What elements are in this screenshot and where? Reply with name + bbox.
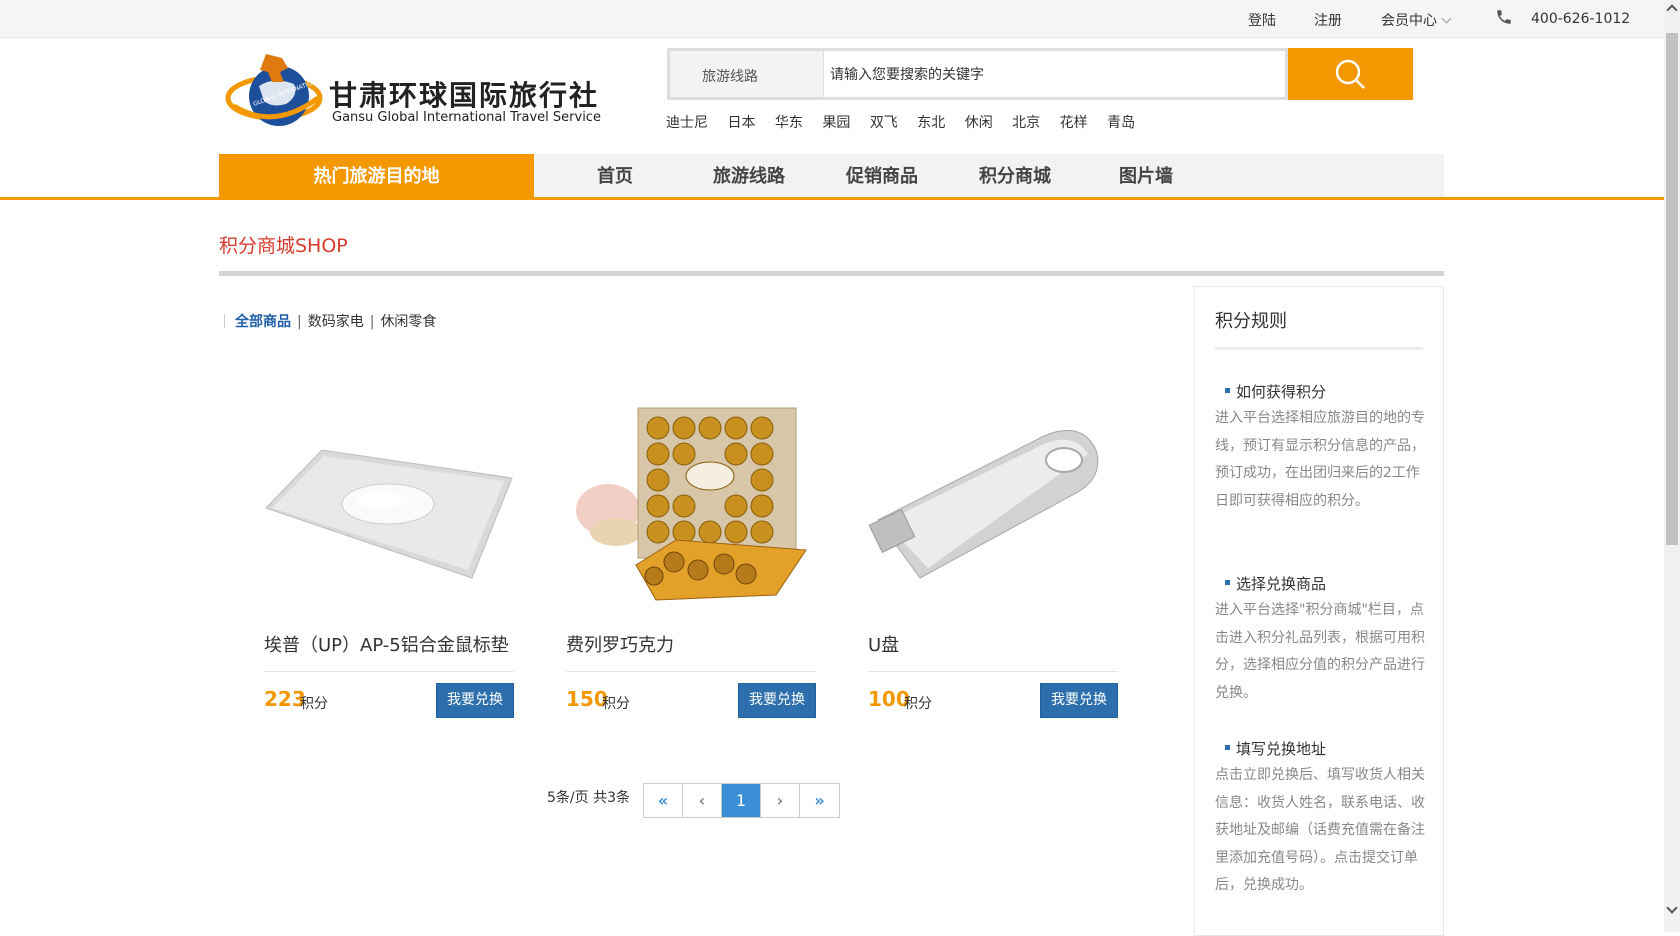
product-divider xyxy=(566,671,816,672)
scroll-thumb[interactable] xyxy=(1666,33,1678,545)
redeem-button[interactable]: 我要兑换 xyxy=(738,683,816,718)
globe-logo-icon: GLOBAL INTERNATIONAL xyxy=(225,54,325,126)
product-name[interactable]: 费列罗巧克力 xyxy=(566,631,674,657)
bullet-icon xyxy=(1225,388,1230,393)
nav-points-mall[interactable]: 积分商城 xyxy=(979,154,1051,199)
rule-heading: 如何获得积分 xyxy=(1215,381,1326,402)
search-icon xyxy=(1335,59,1365,89)
hot-word-link[interactable]: 东北 xyxy=(917,115,945,131)
nav-hot-destinations[interactable]: 热门旅游目的地 xyxy=(219,154,534,200)
product-divider xyxy=(868,671,1118,672)
hot-word-link[interactable]: 北京 xyxy=(1012,115,1040,131)
login-link[interactable]: 登陆 xyxy=(1248,10,1276,30)
points-unit: 积分 xyxy=(300,696,328,712)
page-scrollbar[interactable] xyxy=(1664,0,1680,932)
phone-number: 400-626-1012 xyxy=(1531,11,1631,27)
bullet-icon xyxy=(1225,745,1230,750)
logo-title-en: Gansu Global International Travel Servic… xyxy=(332,110,601,125)
hot-word-link[interactable]: 休闲 xyxy=(965,115,993,131)
top-bar: 登陆 注册 会员中心 400-626-1012 xyxy=(0,0,1664,38)
hot-word-link[interactable]: 双飞 xyxy=(870,115,898,131)
member-center-label: 会员中心 xyxy=(1381,13,1437,29)
points-unit: 积分 xyxy=(904,696,932,712)
pagination-info: 5条/页 共3条 xyxy=(547,790,630,806)
hot-word-link[interactable]: 青岛 xyxy=(1107,115,1135,131)
filter-separator: | xyxy=(297,314,302,330)
phone-icon xyxy=(1497,10,1511,24)
site-logo[interactable]: GLOBAL INTERNATIONAL 甘肃环球国际旅行社 Gansu Glo… xyxy=(224,46,624,132)
nav-home[interactable]: 首页 xyxy=(597,154,633,199)
last-page-icon[interactable]: » xyxy=(800,784,839,817)
product-image-chocolate[interactable] xyxy=(566,390,816,620)
filter-all[interactable]: 全部商品 xyxy=(235,314,291,330)
rule-heading-text: 选择兑换商品 xyxy=(1236,575,1327,593)
next-page-icon[interactable]: › xyxy=(761,784,800,817)
rule-heading-text: 如何获得积分 xyxy=(1236,383,1327,401)
member-center-link[interactable]: 会员中心 xyxy=(1381,10,1452,30)
scroll-up-icon[interactable] xyxy=(1666,4,1678,16)
search-input[interactable] xyxy=(830,61,1270,89)
rule-heading: 填写兑换地址 xyxy=(1215,738,1326,759)
filter-snacks[interactable]: 休闲零食 xyxy=(380,314,436,330)
filter-separator: | xyxy=(369,314,375,330)
rules-divider xyxy=(1215,347,1423,350)
product-image-mousepad[interactable] xyxy=(264,390,514,620)
prev-page-icon[interactable]: ‹ xyxy=(683,784,722,817)
chevron-down-icon xyxy=(1441,13,1452,24)
rule-body: 进入平台选择"积分商城"栏目，点击进入积分礼品列表，根据可用积分，选择相应分值的… xyxy=(1215,602,1425,701)
points-unit: 积分 xyxy=(602,696,630,712)
nav-photo-wall[interactable]: 图片墙 xyxy=(1119,154,1173,199)
filter-divider xyxy=(224,314,225,328)
product-name[interactable]: 埃普（UP）AP-5铝合金鼠标垫 xyxy=(264,631,509,657)
product-name[interactable]: U盘 xyxy=(868,631,899,657)
bullet-icon xyxy=(1225,580,1230,585)
product-image-usb-drive[interactable] xyxy=(868,390,1118,620)
first-page-icon[interactable]: « xyxy=(644,784,683,817)
rule-heading: 选择兑换商品 xyxy=(1215,573,1326,594)
hot-search-words: 迪士尼 日本 华东 果园 双飞 东北 休闲 北京 花样 青岛 xyxy=(666,112,1150,132)
hot-word-link[interactable]: 花样 xyxy=(1060,115,1088,131)
category-filters: 全部商品 | 数码家电 | 休闲零食 xyxy=(224,311,436,331)
hot-word-link[interactable]: 果园 xyxy=(822,115,850,131)
page-number[interactable]: 1 xyxy=(722,784,761,817)
nav-tour-routes[interactable]: 旅游线路 xyxy=(713,154,785,199)
filter-digital[interactable]: 数码家电 xyxy=(308,314,364,330)
search-button[interactable] xyxy=(1288,48,1413,100)
logo-title-cn: 甘肃环球国际旅行社 xyxy=(329,79,600,112)
hot-word-link[interactable]: 华东 xyxy=(775,115,803,131)
pagination: « ‹ 1 › » xyxy=(643,783,840,818)
rule-heading-text: 填写兑换地址 xyxy=(1236,740,1327,758)
hot-word-link[interactable]: 迪士尼 xyxy=(666,115,708,131)
search-box: 旅游线路 xyxy=(667,48,1288,100)
page-title: 积分商城SHOP xyxy=(219,235,348,257)
search-category-select[interactable]: 旅游线路 xyxy=(670,51,824,97)
register-link[interactable]: 注册 xyxy=(1314,10,1342,30)
rule-body: 进入平台选择相应旅游目的地的专线，预订有显示积分信息的产品，预订成功，在出团归来… xyxy=(1215,410,1425,509)
redeem-button[interactable]: 我要兑换 xyxy=(1040,683,1118,718)
nav-promotions[interactable]: 促销商品 xyxy=(846,154,918,199)
points-rules-panel: 积分规则 如何获得积分 进入平台选择相应旅游目的地的专线，预订有显示积分信息的产… xyxy=(1194,286,1444,936)
redeem-button[interactable]: 我要兑换 xyxy=(436,683,514,718)
rule-body: 点击立即兑换后、填写收货人相关信息：收货人姓名，联系电话、收获地址及邮编（话费充… xyxy=(1215,767,1425,893)
product-divider xyxy=(264,671,514,672)
hot-word-link[interactable]: 日本 xyxy=(727,115,755,131)
rules-title: 积分规则 xyxy=(1215,311,1287,332)
title-divider xyxy=(219,271,1444,276)
scroll-down-icon[interactable] xyxy=(1666,902,1678,914)
